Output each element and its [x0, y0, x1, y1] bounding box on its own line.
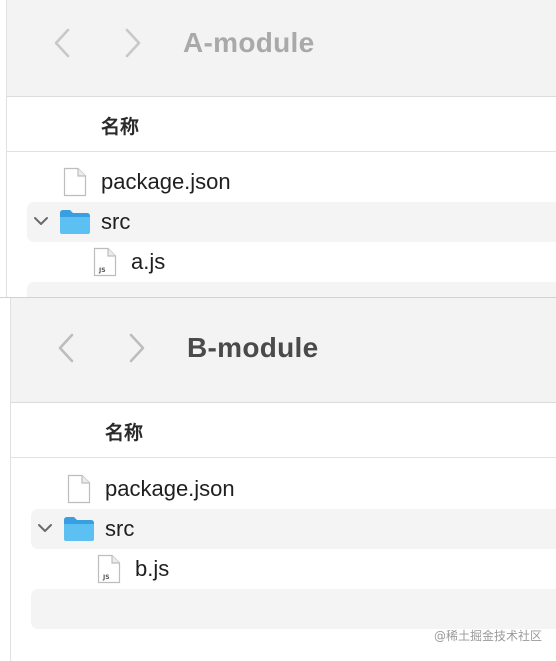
- folder-icon: [63, 516, 95, 542]
- chevron-left-icon: [56, 332, 76, 364]
- finder-window-a-content: A-module 名称 package.json src: [6, 0, 556, 297]
- column-header-name[interactable]: 名称: [7, 97, 556, 152]
- list-item[interactable]: src: [31, 509, 556, 549]
- chevron-right-icon: [123, 27, 143, 59]
- forward-button[interactable]: [117, 324, 157, 372]
- file-name: package.json: [101, 169, 231, 195]
- list-item[interactable]: package.json: [31, 469, 556, 509]
- window-title: A-module: [183, 27, 315, 59]
- column-header-name[interactable]: 名称: [11, 403, 556, 458]
- folder-icon: [59, 209, 91, 235]
- list-item-empty: [27, 282, 556, 297]
- list-item[interactable]: JS b.js: [31, 549, 556, 589]
- file-type-badge: JS: [103, 574, 110, 581]
- document-icon: [67, 474, 91, 504]
- finder-window-b-content: B-module 名称 package.json src: [10, 298, 556, 661]
- back-button[interactable]: [42, 19, 82, 67]
- chevron-down-icon[interactable]: [33, 215, 49, 227]
- toolbar: B-module: [11, 298, 556, 403]
- folder-name: src: [105, 516, 134, 542]
- forward-button[interactable]: [113, 19, 153, 67]
- back-button[interactable]: [46, 324, 86, 372]
- file-name: a.js: [131, 249, 165, 275]
- watermark: @稀土掘金技术社区: [434, 627, 542, 644]
- chevron-down-icon[interactable]: [37, 522, 53, 534]
- file-type-badge: JS: [99, 267, 106, 274]
- document-icon: [63, 167, 87, 197]
- finder-window-b: B-module 名称 package.json src: [0, 297, 556, 661]
- file-name: b.js: [135, 556, 169, 582]
- file-name: package.json: [105, 476, 235, 502]
- chevron-left-icon: [52, 27, 72, 59]
- list-item[interactable]: src: [27, 202, 556, 242]
- folder-name: src: [101, 209, 130, 235]
- list-item-empty: [31, 589, 556, 629]
- toolbar: A-module: [7, 0, 556, 97]
- list-item[interactable]: JS a.js: [27, 242, 556, 282]
- column-header-label: 名称: [105, 418, 143, 445]
- window-title: B-module: [187, 332, 319, 364]
- list-item[interactable]: package.json: [27, 162, 556, 202]
- column-header-label: 名称: [101, 112, 139, 139]
- chevron-right-icon: [127, 332, 147, 364]
- finder-window-a: A-module 名称 package.json src: [0, 0, 556, 297]
